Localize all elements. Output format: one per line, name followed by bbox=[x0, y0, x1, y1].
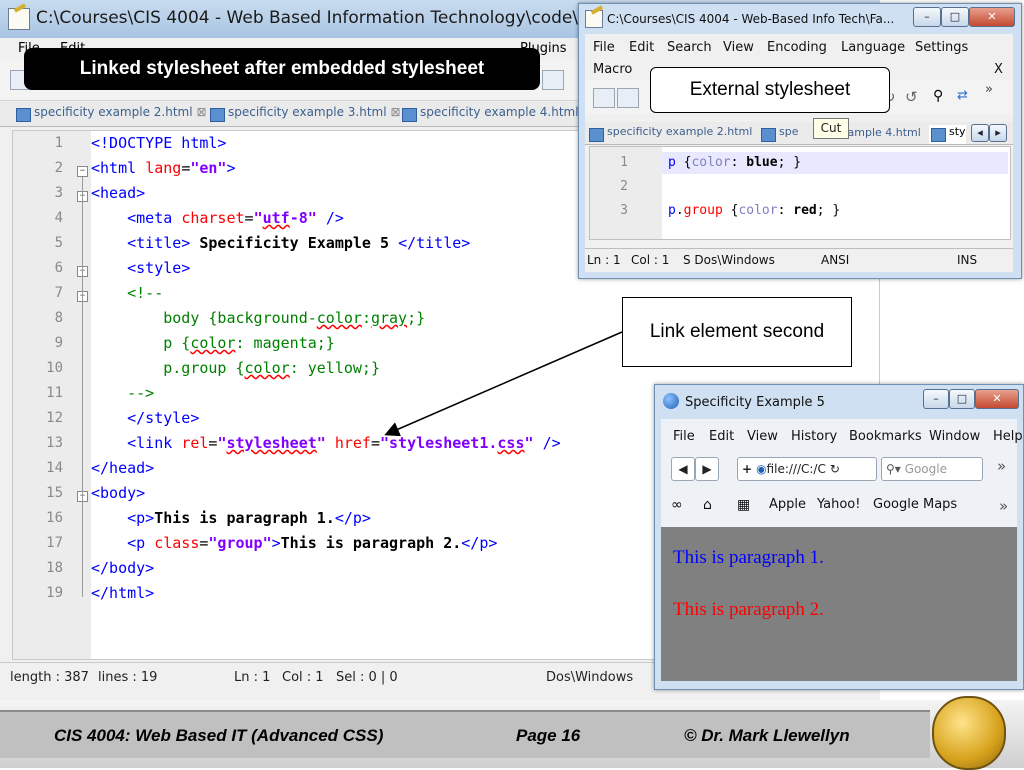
back-button[interactable]: ◀ bbox=[671, 457, 695, 481]
bookmark-google-maps[interactable]: Google Maps bbox=[873, 497, 957, 512]
search-icon: ⚲▾ bbox=[886, 462, 901, 476]
search-field[interactable]: ⚲▾ Google bbox=[881, 457, 983, 481]
top-sites-grid-icon[interactable]: ▦ bbox=[737, 497, 750, 513]
search-placeholder: Google bbox=[904, 462, 947, 476]
close-button[interactable]: ✕ bbox=[975, 389, 1019, 409]
bookmarks-overflow-icon[interactable]: » bbox=[999, 497, 1008, 515]
footer-course: CIS 4004: Web Based IT (Advanced CSS) bbox=[54, 726, 384, 745]
menu-history[interactable]: History bbox=[791, 429, 837, 444]
browser-window: Specificity Example 5 – □ ✕ File Edit Vi… bbox=[654, 384, 1024, 690]
menu-view[interactable]: View bbox=[747, 429, 778, 444]
minimize-button[interactable]: – bbox=[923, 389, 949, 409]
bookmark-apple[interactable]: Apple bbox=[769, 497, 806, 512]
safari-icon bbox=[663, 393, 679, 409]
paragraph-2: This is paragraph 2. bbox=[673, 599, 824, 620]
bookmarks-book-icon[interactable]: ⌂ bbox=[703, 497, 712, 513]
browser-window-title: Specificity Example 5 bbox=[685, 395, 825, 410]
forward-button[interactable]: ▶ bbox=[695, 457, 719, 481]
menu-help[interactable]: Help bbox=[993, 429, 1023, 444]
menu-edit[interactable]: Edit bbox=[709, 429, 734, 444]
menu-window[interactable]: Window bbox=[929, 429, 980, 444]
ucf-pegasus-logo bbox=[932, 696, 1006, 770]
address-text: file:///C:/C bbox=[766, 462, 826, 476]
address-field[interactable]: + ◉file:///C:/C ↻ bbox=[737, 457, 877, 481]
nav-overflow-icon[interactable]: » bbox=[997, 457, 1006, 475]
footer-bar: CIS 4004: Web Based IT (Advanced CSS) Pa… bbox=[0, 710, 930, 758]
menu-bookmarks[interactable]: Bookmarks bbox=[849, 429, 922, 444]
bookmark-yahoo[interactable]: Yahoo! bbox=[817, 497, 860, 512]
add-tab-icon[interactable]: + bbox=[742, 462, 752, 476]
reload-icon[interactable]: ↻ bbox=[830, 462, 840, 476]
reading-list-icon[interactable]: ∞ bbox=[671, 497, 683, 513]
maximize-button[interactable]: □ bbox=[949, 389, 975, 409]
browser-title-bar: Specificity Example 5 – □ ✕ bbox=[655, 385, 1023, 419]
footer-author: © Dr. Mark Llewellyn bbox=[684, 726, 850, 745]
globe-icon: ◉ bbox=[756, 462, 767, 476]
footer-page: Page 16 bbox=[516, 726, 581, 745]
menu-file[interactable]: File bbox=[673, 429, 695, 444]
browser-body: File Edit View History Bookmarks Window … bbox=[661, 419, 1023, 681]
paragraph-1: This is paragraph 1. bbox=[673, 547, 824, 568]
page-content: This is paragraph 1. This is paragraph 2… bbox=[661, 527, 1017, 681]
browser-nav-bar: ◀ ▶ + ◉file:///C:/C ↻ ⚲▾ Google » bbox=[661, 453, 1017, 483]
